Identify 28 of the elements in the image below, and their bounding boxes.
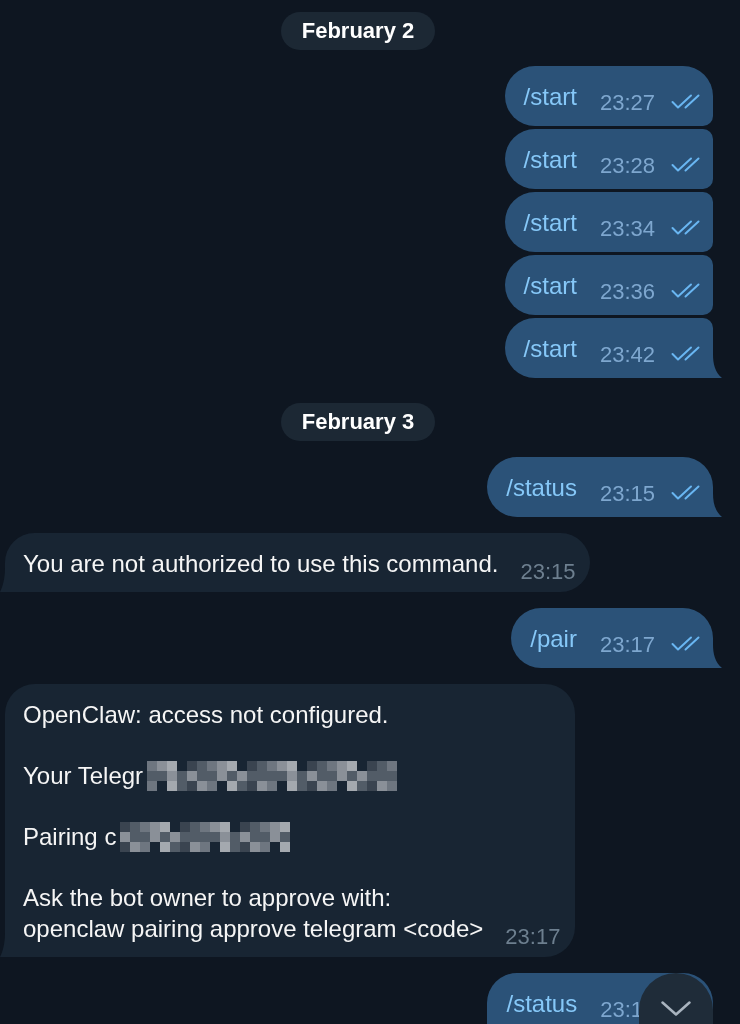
message-time: 23:27	[599, 89, 655, 117]
command-link[interactable]: /start	[523, 81, 577, 112]
message-time: 23:42	[599, 341, 655, 369]
chevron-down-icon	[661, 1001, 691, 1016]
message-text: openclaw pairing approve telegram <code>	[23, 914, 484, 944]
scroll-down-button[interactable]	[639, 973, 713, 1024]
command-link[interactable]: /status	[506, 988, 578, 1019]
message-text: OpenClaw: access not configured.	[23, 700, 389, 730]
message-text: You are not authorized to use this command.	[23, 549, 499, 579]
message-time: 23:17	[505, 923, 561, 951]
command-link[interactable]: /status	[506, 472, 577, 503]
message-time: 23:15	[520, 558, 576, 586]
message-text: Ask the bot owner to approve with:	[23, 883, 392, 913]
message-time: 23:28	[599, 152, 655, 180]
message-time: 23:36	[599, 278, 655, 306]
message-time: 23:34	[599, 215, 655, 243]
message-time: 23:15	[599, 480, 655, 508]
command-link[interactable]: /pair	[530, 623, 577, 654]
message-time: 23:17	[599, 631, 655, 659]
date-separator: February 2	[280, 12, 436, 50]
command-link[interactable]: /start	[523, 333, 577, 364]
message-text: Your Telegr	[23, 761, 144, 791]
message-time: 23:1	[600, 996, 643, 1024]
command-link[interactable]: /start	[523, 144, 577, 175]
command-link[interactable]: /start	[523, 270, 577, 301]
message-text: Pairing c	[23, 822, 117, 852]
command-link[interactable]: /start	[523, 207, 577, 238]
date-separator: February 3	[280, 403, 436, 441]
